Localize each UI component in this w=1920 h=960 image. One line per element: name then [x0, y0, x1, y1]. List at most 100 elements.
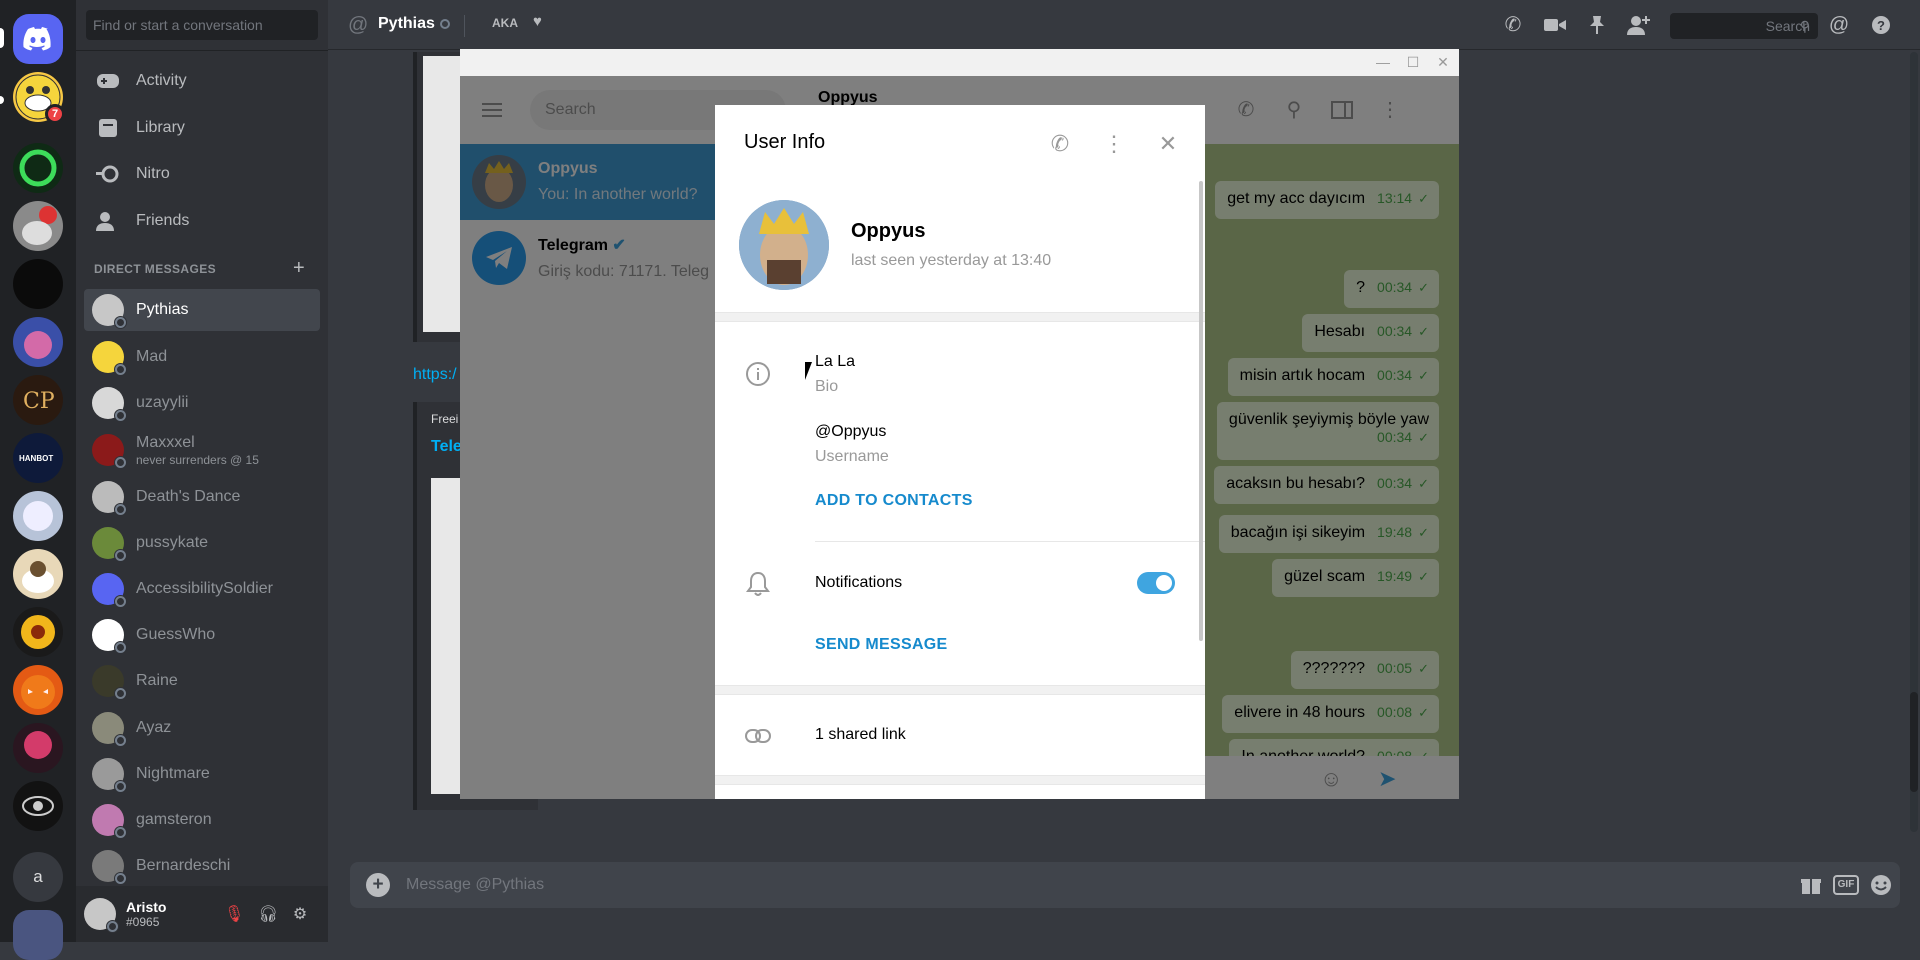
- server-icon-red-hair[interactable]: [13, 723, 63, 773]
- unread-indicator: [0, 96, 4, 104]
- dm-item-raine[interactable]: Raine: [84, 660, 320, 702]
- headphones-icon[interactable]: 🎧︎: [258, 904, 278, 924]
- nav-friends[interactable]: Friends: [84, 200, 320, 242]
- channel-header: @ Pythias AKA ♥ ✆ Search ⚲ @ ?: [328, 0, 1920, 50]
- nitro-icon: [96, 162, 120, 186]
- svg-text:?: ?: [1877, 18, 1885, 33]
- server-icon-white-anime[interactable]: [13, 491, 63, 541]
- channel-name: Pythias: [378, 15, 435, 32]
- send-message-button[interactable]: SEND MESSAGE: [815, 636, 948, 654]
- message-input[interactable]: Message @Pythias: [406, 876, 544, 894]
- server-icon-cp[interactable]: CP: [13, 375, 63, 425]
- dm-name: gamsteron: [136, 811, 212, 828]
- scrollbar-thumb[interactable]: [1910, 692, 1918, 792]
- add-friends-to-dm-icon[interactable]: [1626, 12, 1652, 38]
- upload-plus-button[interactable]: +: [366, 873, 390, 897]
- window-titlebar[interactable]: — ☐ ✕: [460, 49, 1459, 76]
- mentions-icon[interactable]: @: [1826, 12, 1852, 38]
- call-icon[interactable]: ✆: [1047, 131, 1073, 157]
- dm-item-bernardeschi[interactable]: Bernardeschi: [84, 845, 320, 887]
- dm-item-gamsteron[interactable]: gamsteron: [84, 799, 320, 841]
- status-icon: [114, 503, 127, 516]
- avatar: [92, 712, 127, 747]
- divider: [76, 50, 328, 51]
- dm-item-accessibilitysoldier[interactable]: AccessibilitySoldier: [84, 568, 320, 610]
- dm-item-ayaz[interactable]: Ayaz: [84, 707, 320, 749]
- server-icon-eye[interactable]: [13, 781, 63, 831]
- status-mobile-icon: [114, 456, 127, 469]
- dm-name: Pythias: [136, 301, 189, 318]
- status-icon: [114, 780, 127, 793]
- avatar: [92, 665, 127, 700]
- minimize-icon[interactable]: —: [1371, 51, 1395, 73]
- home-indicator: [0, 28, 4, 48]
- nav-library[interactable]: Library: [84, 107, 320, 149]
- close-icon[interactable]: ✕: [1155, 131, 1181, 157]
- profile-name: Oppyus: [851, 220, 926, 242]
- gamepad-icon: [96, 69, 120, 93]
- create-dm-plus-icon[interactable]: +: [293, 257, 305, 280]
- dm-item-maxxxel[interactable]: Maxxxel never surrenders @ 15: [84, 429, 320, 471]
- mute-microphone-icon[interactable]: 🎙︎: [224, 904, 244, 924]
- help-icon[interactable]: ?: [1868, 12, 1894, 38]
- bio-value[interactable]: La La: [815, 353, 855, 371]
- discord-home-button[interactable]: [13, 14, 63, 64]
- dm-item-pussykate[interactable]: pussykate: [84, 522, 320, 564]
- user-avatar[interactable]: [84, 898, 119, 933]
- server-icon-pumpkin[interactable]: [13, 665, 63, 715]
- embed-title[interactable]: Tele: [431, 438, 462, 456]
- nav-label: Friends: [136, 212, 190, 229]
- server-icon-face[interactable]: [13, 549, 63, 599]
- embed-image: [423, 56, 463, 332]
- avatar: [92, 619, 127, 654]
- notifications-toggle[interactable]: [1137, 572, 1175, 594]
- maximize-icon[interactable]: ☐: [1401, 51, 1425, 73]
- search-input[interactable]: Search ⚲: [1670, 13, 1818, 39]
- dm-name: pussykate: [136, 534, 209, 551]
- dm-item-uzayylii[interactable]: uzayylii: [84, 382, 320, 424]
- server-icon-a[interactable]: a: [13, 852, 63, 902]
- dialog-scrollbar[interactable]: [1199, 181, 1203, 641]
- avatar: [92, 341, 127, 376]
- server-icon-flower[interactable]: [13, 607, 63, 657]
- user-tag: #0965: [126, 915, 160, 929]
- svg-text:CP: CP: [23, 389, 55, 414]
- dm-name: Mad: [136, 348, 168, 365]
- server-icon-dark[interactable]: [13, 259, 63, 309]
- dm-name: uzayylii: [136, 394, 189, 411]
- video-call-icon[interactable]: [1542, 12, 1568, 38]
- bio-label: Bio: [815, 378, 839, 395]
- dm-item-mad[interactable]: Mad: [84, 336, 320, 378]
- message-composer: + Message @Pythias GIF: [350, 862, 1900, 908]
- server-icon-hanbot[interactable]: HANBOT: [13, 433, 63, 483]
- profile-avatar[interactable]: [739, 200, 829, 290]
- nav-activity[interactable]: Activity: [84, 60, 320, 102]
- avatar: [92, 387, 127, 422]
- find-conversation-input[interactable]: Find or start a conversation: [86, 10, 318, 40]
- gift-icon[interactable]: [1798, 873, 1824, 897]
- server-icon-group[interactable]: [13, 910, 63, 960]
- dm-item-nightmare[interactable]: Nightmare: [84, 753, 320, 795]
- window-close-icon[interactable]: ✕: [1431, 51, 1455, 73]
- dm-item-pythias[interactable]: Pythias: [84, 289, 320, 331]
- divider: [464, 15, 465, 37]
- scrollbar[interactable]: [1910, 52, 1918, 832]
- nav-nitro[interactable]: Nitro: [84, 153, 320, 195]
- dm-item-guesswho[interactable]: GuessWho: [84, 614, 320, 656]
- server-icon-dog[interactable]: [13, 201, 63, 251]
- status-icon: [106, 920, 119, 933]
- emoji-icon[interactable]: [1868, 873, 1894, 897]
- more-options-icon[interactable]: ⋮: [1101, 131, 1127, 157]
- username-value[interactable]: @Oppyus: [815, 423, 886, 441]
- dm-item-deaths-dance[interactable]: Death's Dance: [84, 476, 320, 518]
- shared-links-item[interactable]: 1 shared link: [815, 726, 906, 744]
- add-to-contacts-button[interactable]: ADD TO CONTACTS: [815, 492, 973, 510]
- pinned-messages-icon[interactable]: [1584, 12, 1610, 38]
- server-icon-green[interactable]: [13, 143, 63, 193]
- voice-call-icon[interactable]: ✆: [1500, 12, 1526, 38]
- settings-gear-icon[interactable]: ⚙: [290, 904, 310, 924]
- message-link[interactable]: https:/: [413, 366, 457, 384]
- gif-button[interactable]: GIF: [1833, 875, 1859, 895]
- server-icon-anime[interactable]: [13, 317, 63, 367]
- toggle-knob: [1156, 575, 1172, 591]
